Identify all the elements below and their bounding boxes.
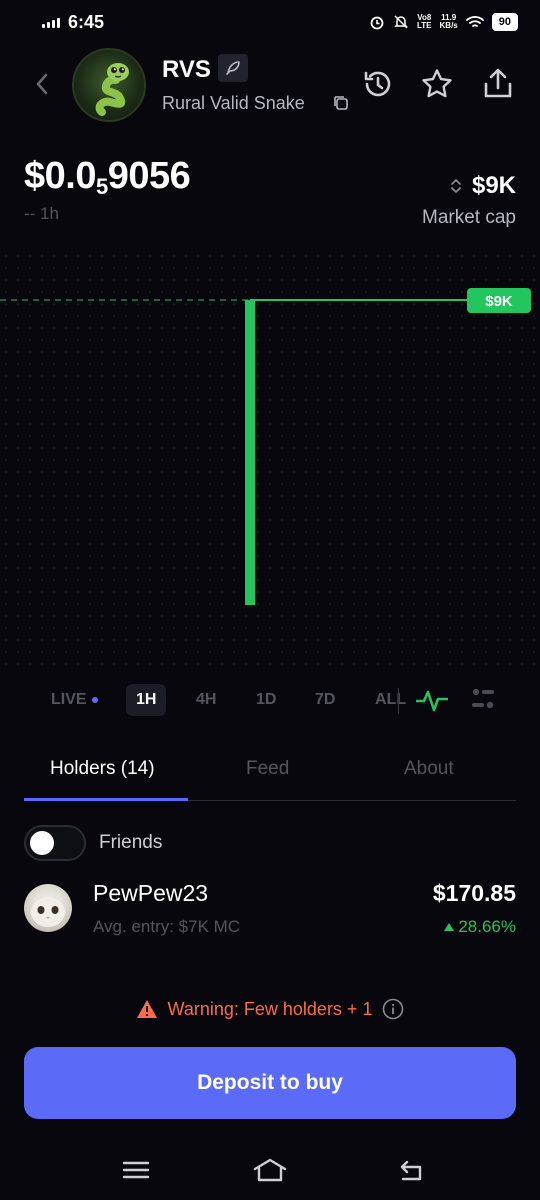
volte-indicator: Vo8 LTE (417, 13, 432, 30)
holder-value: $170.85 (432, 880, 516, 906)
holder-pct-change: 28.66% (444, 917, 516, 937)
alarm-icon (370, 16, 384, 30)
favorite-button[interactable] (419, 66, 455, 102)
tab-bar: Holders (14) Feed About (24, 748, 516, 801)
timeframe-1d[interactable]: 1D (246, 684, 286, 716)
back-button[interactable] (28, 66, 56, 102)
copy-icon[interactable] (332, 94, 350, 112)
friends-toggle[interactable] (24, 825, 86, 861)
holder-name[interactable]: PewPew23 (93, 880, 208, 907)
status-time: 6:45 (68, 11, 105, 32)
back-arrow-icon (400, 1160, 422, 1181)
timeframe-1h[interactable]: 1H (126, 684, 167, 716)
status-bar: 6:45 Vo8 LTE 11.9 KB/s 90 (0, 0, 540, 44)
timeframe-divider (398, 688, 399, 714)
market-cap-label: Market cap (422, 207, 516, 228)
wifi-icon (465, 16, 484, 27)
battery-indicator: 90 (491, 13, 518, 31)
recents-button[interactable] (116, 1152, 156, 1188)
active-tab-indicator (24, 798, 188, 801)
home-icon (253, 1158, 287, 1182)
line-chart-icon[interactable] (416, 686, 448, 714)
friends-label: Friends (99, 832, 163, 853)
share-icon (484, 68, 512, 98)
live-dot (91, 697, 98, 703)
tab-feed[interactable]: Feed (246, 758, 289, 780)
token-ticker: RVS (162, 56, 211, 83)
holder-avatar (24, 884, 72, 932)
deposit-to-buy-button[interactable]: Deposit to buy (24, 1047, 516, 1119)
token-full-name: Rural Valid Snake (162, 93, 305, 113)
timeframe-selector: LIVE 1H 4H 1D 7D ALL (0, 680, 540, 720)
menu-icon (122, 1161, 150, 1179)
star-icon (422, 69, 452, 98)
triangle-up-icon (444, 923, 455, 931)
few-holders-warning: Warning: Few holders + 1 (0, 998, 540, 1020)
market-cap-value[interactable]: $9K (450, 172, 516, 200)
feather-icon (226, 61, 240, 75)
share-button[interactable] (480, 66, 516, 102)
tab-about[interactable]: About (404, 758, 454, 780)
mute-bell-icon (394, 15, 408, 29)
token-header: RVS Rural Valid Snake (0, 48, 540, 122)
price-change: -- 1h (24, 204, 59, 223)
feather-button[interactable] (218, 54, 248, 82)
chart-price-tag-label: $9K (485, 293, 513, 310)
chart-candle (245, 300, 255, 605)
info-icon[interactable] (382, 998, 404, 1020)
price-chart[interactable]: $9K (0, 250, 540, 670)
toggle-knob (30, 831, 54, 855)
timeframe-live[interactable]: LIVE (41, 684, 108, 716)
timeframe-7d[interactable]: 7D (305, 684, 345, 716)
history-icon (364, 71, 391, 97)
token-avatar (72, 48, 146, 122)
holder-avg-entry: Avg. entry: $7K MC (93, 917, 241, 936)
timeframe-all[interactable]: ALL (365, 684, 416, 716)
home-button[interactable] (250, 1152, 290, 1188)
sort-icon (451, 179, 461, 193)
timeframe-4h[interactable]: 4H (186, 684, 226, 716)
tab-holders[interactable]: Holders (14) (50, 758, 155, 780)
signal-icon (42, 16, 60, 28)
back-nav-button[interactable] (392, 1152, 432, 1188)
warning-icon (136, 1000, 157, 1018)
system-nav-bar (0, 1140, 540, 1200)
token-price: $0.059056 (24, 155, 191, 199)
network-speed: 11.9 KB/s (439, 13, 458, 30)
history-button[interactable] (360, 66, 396, 102)
chevron-left-icon (36, 73, 48, 95)
chart-settings-icon[interactable] (470, 686, 496, 712)
